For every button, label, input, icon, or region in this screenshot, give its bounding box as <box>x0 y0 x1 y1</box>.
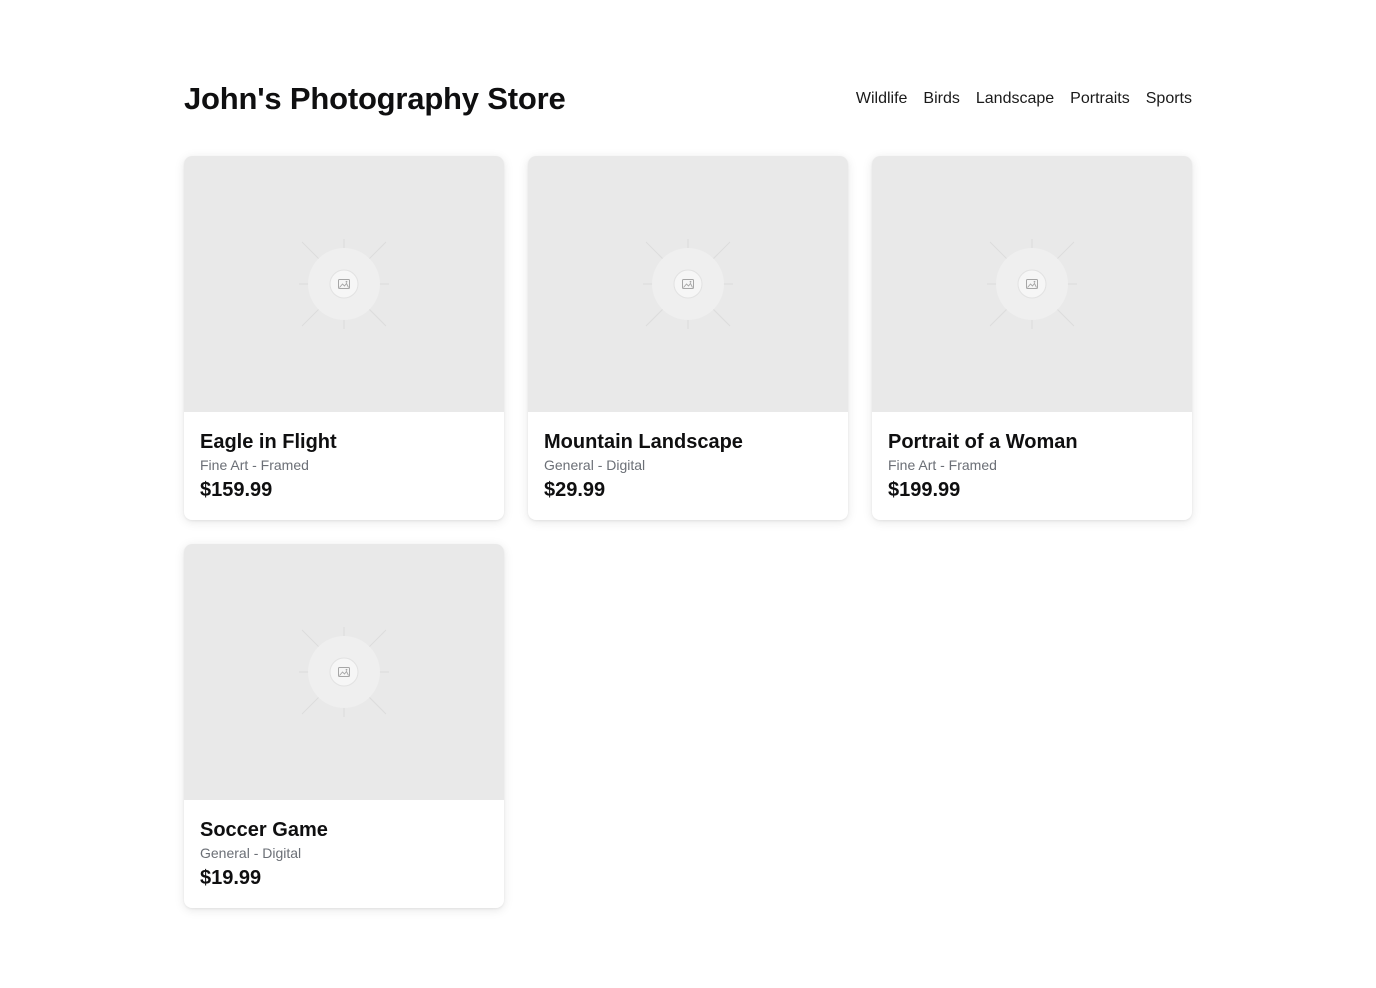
product-image[interactable] <box>528 156 848 412</box>
product-category: Fine Art - Framed <box>888 457 997 473</box>
nav-item-birds[interactable]: Birds <box>923 90 959 108</box>
product-info: Mountain Landscape General - Digital $29… <box>528 412 848 502</box>
nav-item-landscape[interactable]: Landscape <box>976 90 1054 108</box>
product-grid: Eagle in Flight Fine Art - Framed $159.9… <box>184 156 1192 908</box>
nav-item-wildlife[interactable]: Wildlife <box>856 90 908 108</box>
product-image[interactable] <box>184 544 504 800</box>
product-info: Soccer Game General - Digital $19.99 <box>184 800 504 890</box>
product-title[interactable]: Mountain Landscape <box>544 430 832 454</box>
product-card[interactable]: Portrait of a Woman Fine Art - Framed $1… <box>872 156 1192 520</box>
product-title[interactable]: Portrait of a Woman <box>888 430 1176 454</box>
product-info: Eagle in Flight Fine Art - Framed $159.9… <box>184 412 504 502</box>
product-category: General - Digital <box>544 457 646 473</box>
product-price: $19.99 <box>200 867 262 889</box>
image-placeholder-icon <box>299 627 389 717</box>
category-nav: Wildlife Birds Landscape Portraits Sport… <box>856 90 1192 108</box>
image-placeholder-icon <box>987 239 1077 329</box>
nav-item-portraits[interactable]: Portraits <box>1070 90 1130 108</box>
product-image[interactable] <box>184 156 504 412</box>
image-placeholder-icon <box>643 239 733 329</box>
store-title: John's Photography Store <box>184 81 566 116</box>
site-header: John's Photography Store Wildlife Birds … <box>184 78 1192 120</box>
product-category: Fine Art - Framed <box>200 457 309 473</box>
product-title[interactable]: Soccer Game <box>200 818 488 842</box>
product-card[interactable]: Eagle in Flight Fine Art - Framed $159.9… <box>184 156 504 520</box>
product-price: $199.99 <box>888 479 961 501</box>
product-price: $29.99 <box>544 479 606 501</box>
product-card[interactable]: Soccer Game General - Digital $19.99 <box>184 544 504 908</box>
nav-item-sports[interactable]: Sports <box>1146 90 1192 108</box>
image-placeholder-icon <box>299 239 389 329</box>
product-info: Portrait of a Woman Fine Art - Framed $1… <box>872 412 1192 502</box>
product-image[interactable] <box>872 156 1192 412</box>
product-title[interactable]: Eagle in Flight <box>200 430 488 454</box>
product-price: $159.99 <box>200 479 273 501</box>
product-card[interactable]: Mountain Landscape General - Digital $29… <box>528 156 848 520</box>
product-category: General - Digital <box>200 845 302 861</box>
